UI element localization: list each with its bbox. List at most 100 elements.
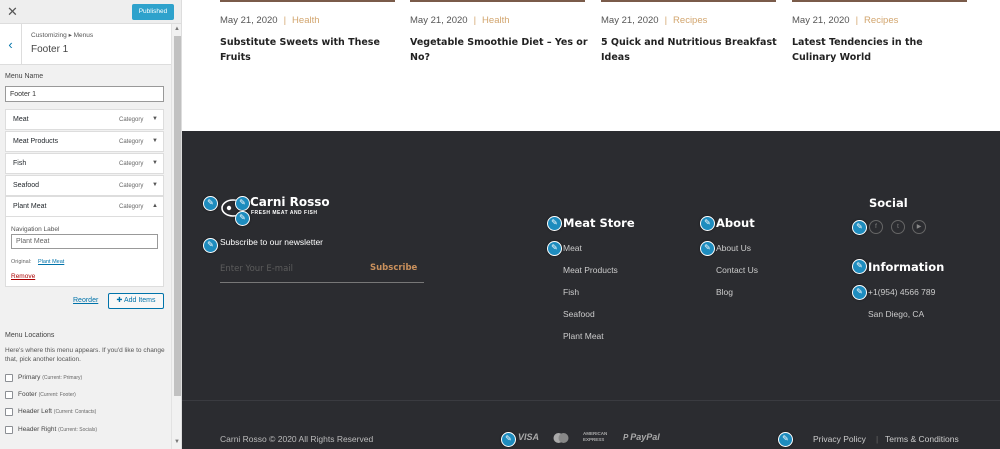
footer-link-meat-products[interactable]: Meat Products bbox=[563, 265, 618, 275]
post-meta: May 21, 2020 | Recipes bbox=[601, 15, 708, 26]
post-title[interactable]: Substitute Sweets with These Fruits bbox=[220, 35, 398, 65]
navigation-label-caption: Navigation Label bbox=[11, 226, 60, 233]
edit-shortcut-icon[interactable]: ✎ bbox=[203, 196, 218, 211]
reorder-link[interactable]: Reorder bbox=[73, 297, 98, 304]
menu-item-type: Category bbox=[119, 117, 144, 123]
amex-line-2: EXPRESS bbox=[583, 437, 605, 442]
location-checkbox[interactable] bbox=[5, 391, 13, 399]
post-category[interactable]: Health bbox=[482, 15, 509, 26]
youtube-icon[interactable]: ▶ bbox=[912, 220, 926, 234]
menu-item-fish[interactable]: Fish Category ▼ bbox=[5, 153, 164, 174]
menu-item-title: Plant Meat bbox=[13, 203, 47, 210]
remove-link[interactable]: Remove bbox=[11, 273, 35, 280]
expand-arrow-icon[interactable]: ▼ bbox=[152, 160, 158, 166]
post-title[interactable]: Latest Tendencies in the Culinary World bbox=[792, 35, 970, 65]
edit-shortcut-icon[interactable]: ✎ bbox=[501, 432, 516, 447]
location-current: (Current: Contacts) bbox=[53, 409, 97, 415]
edit-shortcut-icon[interactable]: ✎ bbox=[203, 238, 218, 253]
edit-shortcut-icon[interactable]: ✎ bbox=[547, 241, 562, 256]
scroll-down-icon[interactable]: ▼ bbox=[174, 439, 180, 445]
amex-line-1: AMERICAN bbox=[583, 431, 608, 436]
subscribe-button[interactable]: Subscribe bbox=[370, 263, 417, 273]
privacy-policy-link[interactable]: Privacy Policy bbox=[813, 434, 866, 444]
post-image[interactable] bbox=[220, 0, 395, 2]
brand-name[interactable]: Carni Rosso bbox=[250, 195, 330, 209]
edit-shortcut-icon[interactable]: ✎ bbox=[700, 216, 715, 231]
menu-locations-title: Menu Locations bbox=[5, 332, 55, 339]
post-image[interactable] bbox=[792, 0, 967, 2]
post-category[interactable]: Recipes bbox=[673, 15, 707, 26]
customizer-panel: ✕ Published ‹ Customizing ▸ Menus Footer… bbox=[0, 0, 182, 449]
location-name: Footer bbox=[18, 391, 37, 398]
menu-item-plant-meat[interactable]: Plant Meat Category ▲ bbox=[6, 197, 163, 217]
edit-shortcut-icon[interactable]: ✎ bbox=[235, 196, 250, 211]
post-date: May 21, 2020 bbox=[220, 15, 278, 26]
terms-link[interactable]: Terms & Conditions bbox=[885, 434, 959, 444]
menu-item-meat[interactable]: Meat Category ▼ bbox=[5, 109, 164, 130]
close-icon[interactable]: ✕ bbox=[7, 4, 18, 20]
twitter-icon[interactable]: t bbox=[891, 220, 905, 234]
location-name: Primary bbox=[18, 374, 41, 381]
paypal-label: PayPal bbox=[630, 432, 660, 442]
footer-link-fish[interactable]: Fish bbox=[563, 287, 579, 297]
newsletter-email-input[interactable] bbox=[220, 262, 360, 276]
email-underline bbox=[220, 282, 424, 283]
edit-shortcut-icon[interactable]: ✎ bbox=[700, 241, 715, 256]
menu-item-meat-products[interactable]: Meat Products Category ▼ bbox=[5, 131, 164, 152]
visa-icon: VISA bbox=[518, 432, 540, 442]
location-checkbox[interactable] bbox=[5, 408, 13, 416]
post-image[interactable] bbox=[410, 0, 585, 2]
panel-scrollbar[interactable]: ▲ ▼ bbox=[171, 24, 181, 449]
menu-item-seafood[interactable]: Seafood Category ▼ bbox=[5, 175, 164, 196]
facebook-icon[interactable]: f bbox=[869, 220, 883, 234]
footer-link-meat[interactable]: Meat bbox=[563, 243, 582, 253]
copyright-text: Carni Rosso © 2020 All Rights Reserved bbox=[220, 434, 374, 444]
edit-shortcut-icon[interactable]: ✎ bbox=[235, 211, 250, 226]
published-button[interactable]: Published bbox=[132, 4, 174, 20]
contact-phone[interactable]: +1(954) 4566 789 bbox=[868, 287, 935, 297]
newsletter-title: Subscribe to our newsletter bbox=[220, 237, 323, 247]
menu-item-type: Category bbox=[119, 183, 144, 189]
location-checkbox[interactable] bbox=[5, 426, 13, 434]
edit-shortcut-icon[interactable]: ✎ bbox=[852, 259, 867, 274]
footer-link-seafood[interactable]: Seafood bbox=[563, 309, 595, 319]
footer-link-plant-meat[interactable]: Plant Meat bbox=[563, 331, 604, 341]
menu-name-input[interactable] bbox=[5, 86, 164, 102]
scrollbar-thumb[interactable] bbox=[174, 36, 181, 396]
location-checkbox[interactable] bbox=[5, 374, 13, 382]
collapse-arrow-icon[interactable]: ▲ bbox=[152, 203, 158, 209]
add-items-button[interactable]: ✚ Add Items bbox=[108, 293, 164, 309]
post-image[interactable] bbox=[601, 0, 776, 2]
post-title[interactable]: 5 Quick and Nutritious Breakfast Ideas bbox=[601, 35, 779, 65]
footer-link-about-us[interactable]: About Us bbox=[716, 243, 751, 253]
edit-shortcut-icon[interactable]: ✎ bbox=[778, 432, 793, 447]
menu-name-label: Menu Name bbox=[5, 73, 44, 80]
footer-link-contact-us[interactable]: Contact Us bbox=[716, 265, 758, 275]
edit-shortcut-icon[interactable]: ✎ bbox=[852, 285, 867, 300]
menu-item-type: Category bbox=[119, 204, 144, 210]
original-link[interactable]: Plant Meat bbox=[38, 259, 64, 265]
expand-arrow-icon[interactable]: ▼ bbox=[152, 116, 158, 122]
about-title: About bbox=[716, 216, 755, 230]
expand-arrow-icon[interactable]: ▼ bbox=[152, 182, 158, 188]
edit-shortcut-icon[interactable]: ✎ bbox=[852, 220, 867, 235]
scroll-up-icon[interactable]: ▲ bbox=[174, 26, 180, 32]
footer-link-blog[interactable]: Blog bbox=[716, 287, 733, 297]
post-meta: May 21, 2020 | Recipes bbox=[792, 15, 899, 26]
expand-arrow-icon[interactable]: ▼ bbox=[152, 138, 158, 144]
location-name: Header Right bbox=[18, 426, 57, 433]
section-header: ‹ Customizing ▸ Menus Footer 1 bbox=[0, 24, 171, 65]
navigation-label-input[interactable] bbox=[11, 234, 158, 249]
customizer-header: ✕ Published bbox=[0, 0, 181, 24]
contact-city: San Diego, CA bbox=[868, 309, 925, 319]
menu-item-title: Fish bbox=[13, 160, 27, 167]
post-meta: May 21, 2020 | Health bbox=[410, 15, 510, 26]
back-chevron-icon[interactable]: ‹ bbox=[0, 24, 22, 65]
post-title[interactable]: Vegetable Smoothie Diet – Yes or No? bbox=[410, 35, 588, 65]
mastercard-icon bbox=[553, 433, 569, 443]
post-date: May 21, 2020 bbox=[792, 15, 850, 26]
post-category[interactable]: Health bbox=[292, 15, 319, 26]
post-category[interactable]: Recipes bbox=[864, 15, 898, 26]
edit-shortcut-icon[interactable]: ✎ bbox=[547, 216, 562, 231]
site-footer: Carni Rosso FRESH MEAT AND FISH ✎ ✎ ✎ ✎ … bbox=[182, 131, 1000, 449]
